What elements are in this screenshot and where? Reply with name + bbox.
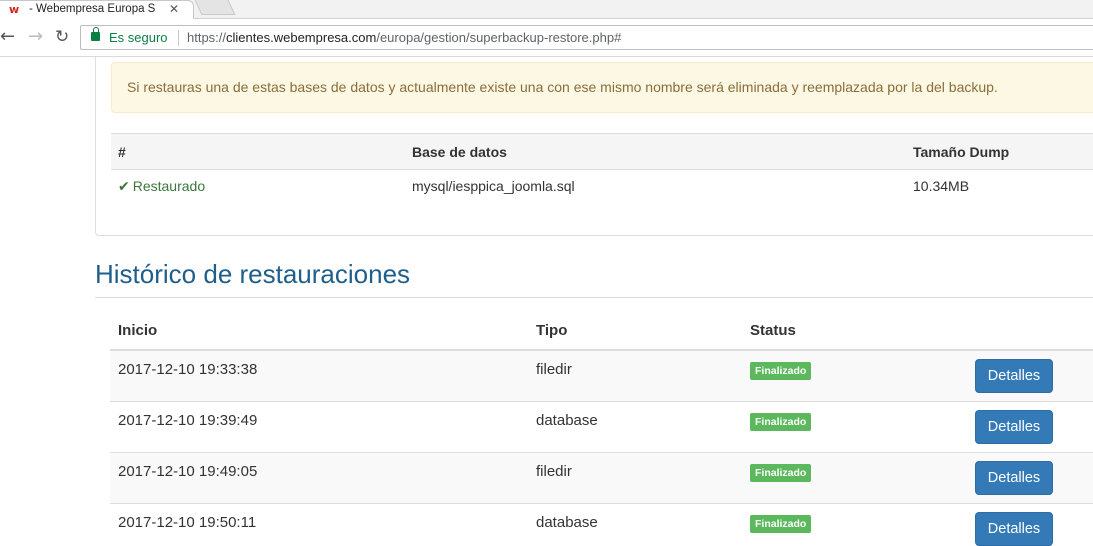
- table-row: 2017-12-10 19:49:05 filedir Finalizado D…: [110, 453, 1093, 504]
- details-button[interactable]: Detalles: [975, 410, 1053, 444]
- database-table-header: # Base de datos Tamaño Dump: [111, 133, 1093, 170]
- details-button[interactable]: Detalles: [975, 461, 1053, 495]
- restored-status: ✔ Restaurado: [118, 178, 205, 195]
- checkmark-icon: ✔: [118, 179, 130, 195]
- secure-label[interactable]: Es seguro: [109, 30, 168, 45]
- details-button[interactable]: Detalles: [975, 359, 1053, 393]
- url-text[interactable]: https://clientes.webempresa.com/europa/g…: [187, 30, 621, 45]
- table-row: 2017-12-10 19:50:11 database Finalizado …: [110, 504, 1093, 546]
- url-host: clientes.webempresa.com: [226, 30, 377, 45]
- webempresa-favicon-icon: w: [9, 3, 20, 16]
- row-tipo: database: [536, 412, 598, 429]
- dump-size: 10.34MB: [913, 178, 970, 194]
- warning-alert: Si restauras una de estas bases de datos…: [111, 62, 1093, 113]
- new-tab-button[interactable]: [194, 0, 236, 15]
- close-tab-icon[interactable]: ✕: [169, 2, 179, 16]
- status-badge: Finalizado: [750, 464, 812, 482]
- details-button[interactable]: Detalles: [975, 512, 1053, 546]
- table-row: 2017-12-10 19:39:49 database Finalizado …: [110, 402, 1093, 453]
- back-arrow-icon[interactable]: ←: [0, 27, 15, 47]
- database-name: mysql/iesppica_joomla.sql: [412, 178, 575, 194]
- column-header-dump-size: Tamaño Dump: [913, 144, 1010, 160]
- row-inicio: 2017-12-10 19:49:05: [118, 463, 258, 480]
- address-separator: [178, 30, 179, 46]
- browser-toolbar: ← → ↻ Es seguro https://clientes.webempr…: [0, 19, 1093, 57]
- lock-icon: [91, 27, 100, 41]
- row-tipo: filedir: [536, 361, 572, 378]
- column-header-hash: #: [118, 144, 126, 160]
- browser-tab-bar: w - Webempresa Europa S ✕: [0, 0, 1093, 19]
- status-badge: Finalizado: [750, 362, 812, 380]
- history-table-header: Inicio Tipo Status: [110, 313, 1093, 351]
- column-header-tipo: Tipo: [536, 322, 568, 339]
- column-header-inicio: Inicio: [118, 322, 158, 339]
- tab-title: - Webempresa Europa S: [29, 3, 156, 15]
- reload-icon[interactable]: ↻: [55, 27, 69, 47]
- row-inicio: 2017-12-10 19:39:49: [118, 412, 258, 429]
- status-badge: Finalizado: [750, 413, 812, 431]
- history-title: Histórico de restauraciones: [95, 259, 411, 289]
- row-inicio: 2017-12-10 19:33:38: [118, 361, 258, 378]
- history-divider: [95, 297, 1093, 298]
- status-badge: Finalizado: [750, 515, 812, 533]
- row-inicio: 2017-12-10 19:50:11: [118, 514, 257, 531]
- address-bar[interactable]: Es seguro https://clientes.webempresa.co…: [80, 25, 1093, 50]
- url-path: /europa/gestion/superbackup-restore.php#: [376, 30, 622, 45]
- row-tipo: filedir: [536, 463, 572, 480]
- restored-label: Restaurado: [132, 178, 206, 194]
- table-row: 2017-12-10 19:33:38 filedir Finalizado D…: [110, 351, 1093, 402]
- url-scheme: https://: [187, 30, 227, 45]
- column-header-database: Base de datos: [412, 144, 507, 160]
- column-header-status: Status: [750, 322, 796, 339]
- table-row: ✔ Restaurado mysql/iesppica_joomla.sql 10…: [111, 170, 1093, 206]
- forward-arrow-icon[interactable]: →: [28, 27, 43, 47]
- row-tipo: database: [536, 514, 598, 531]
- browser-tab[interactable]: w - Webempresa Europa S ✕: [0, 0, 194, 19]
